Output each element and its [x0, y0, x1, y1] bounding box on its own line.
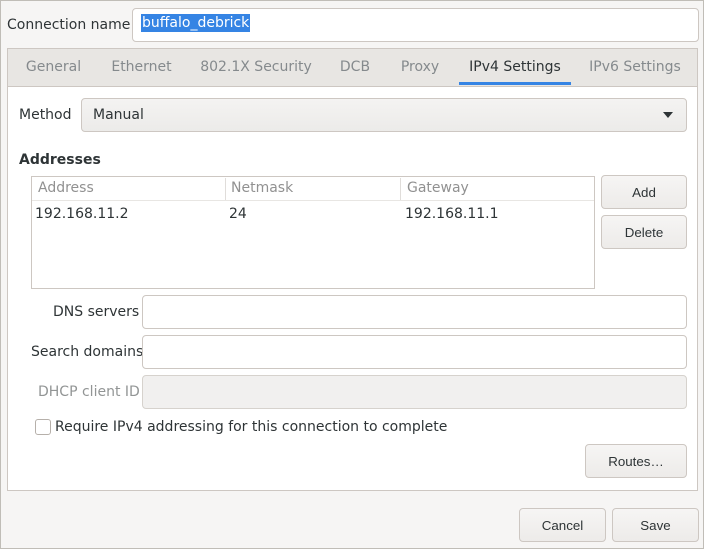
dns-servers-input[interactable] — [142, 295, 687, 329]
column-header-address[interactable]: Address — [38, 178, 94, 198]
method-value: Manual — [93, 107, 144, 123]
tab-ethernet[interactable]: Ethernet — [105, 48, 178, 86]
tab-ipv4-settings[interactable]: IPv4 Settings — [462, 48, 568, 86]
table-cell-netmask[interactable]: 24 — [229, 204, 247, 224]
dhcp-client-id-label: DHCP client ID — [38, 384, 140, 400]
connection-name-input[interactable]: buffalo_debrick — [132, 8, 699, 42]
dhcp-client-id-input — [142, 375, 687, 409]
delete-address-button[interactable]: Delete — [601, 215, 687, 249]
require-ipv4-label[interactable]: Require IPv4 addressing for this connect… — [55, 417, 447, 437]
addresses-table[interactable] — [31, 176, 595, 289]
table-cell-address[interactable]: 192.168.11.2 — [35, 204, 129, 224]
cancel-button[interactable]: Cancel — [519, 508, 606, 542]
column-header-netmask[interactable]: Netmask — [231, 178, 293, 198]
search-domains-input[interactable] — [142, 335, 687, 369]
dns-servers-label: DNS servers — [53, 304, 140, 320]
connection-name-label: Connection name — [7, 17, 131, 33]
active-tab-indicator — [459, 82, 571, 85]
search-domains-label: Search domains — [31, 344, 144, 360]
tab-ipv6-settings[interactable]: IPv6 Settings — [584, 48, 686, 86]
method-label: Method — [19, 107, 72, 123]
table-header-divider — [32, 200, 594, 201]
tab-proxy[interactable]: Proxy — [394, 48, 446, 86]
tab-8021x-security[interactable]: 802.1X Security — [196, 48, 316, 86]
chevron-down-icon — [663, 112, 673, 118]
tab-general[interactable]: General — [20, 48, 87, 86]
routes-button[interactable]: Routes… — [585, 444, 687, 478]
column-separator — [400, 178, 401, 200]
require-ipv4-checkbox[interactable] — [35, 419, 51, 435]
table-cell-gateway[interactable]: 192.168.11.1 — [405, 204, 499, 224]
save-button[interactable]: Save — [612, 508, 699, 542]
connection-name-value: buffalo_debrick — [141, 14, 251, 32]
add-address-button[interactable]: Add — [601, 175, 687, 209]
addresses-heading: Addresses — [19, 152, 101, 168]
tab-dcb[interactable]: DCB — [334, 48, 376, 86]
method-dropdown[interactable] — [81, 98, 687, 132]
column-separator — [225, 178, 226, 200]
column-header-gateway[interactable]: Gateway — [407, 178, 469, 198]
